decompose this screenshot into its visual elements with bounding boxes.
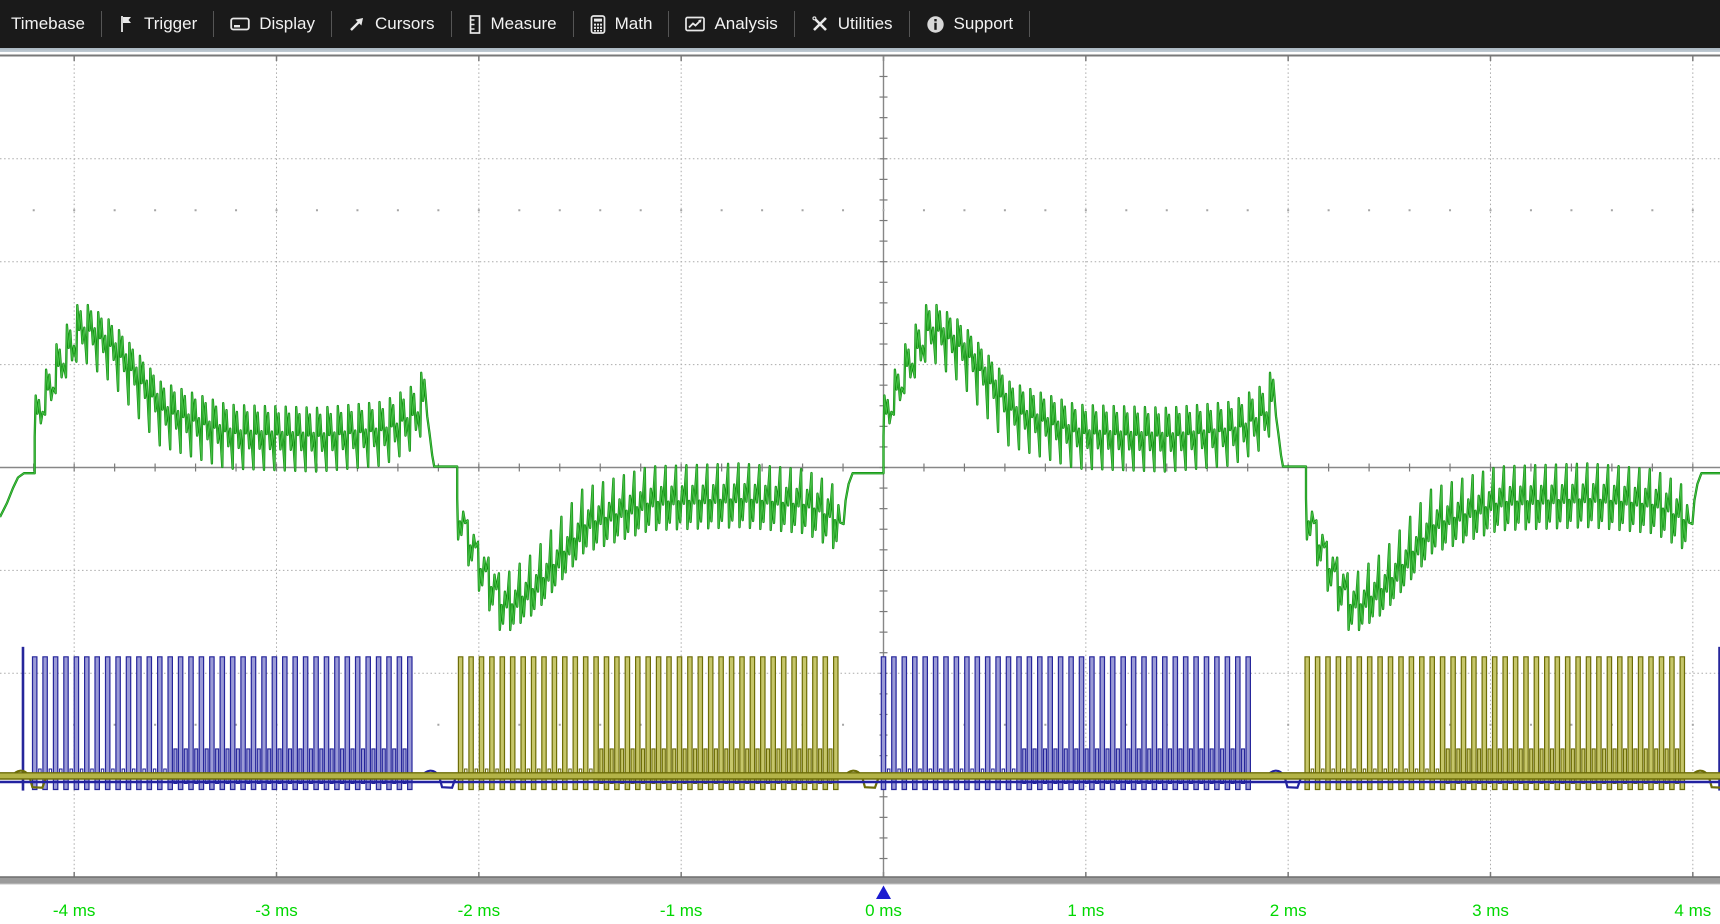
menu-item-label: Measure bbox=[491, 14, 557, 34]
menu-item-label: Support bbox=[954, 14, 1014, 34]
menu-item-label: Timebase bbox=[11, 14, 85, 34]
menu-item-cursors[interactable]: Cursors bbox=[332, 0, 451, 48]
trend-chart-icon bbox=[685, 15, 705, 33]
bottom-axis bbox=[0, 877, 1720, 884]
cursor-arrow-icon bbox=[348, 15, 366, 33]
menu-item-label: Cursors bbox=[375, 14, 435, 34]
time-axis-label: 1 ms bbox=[1067, 901, 1104, 920]
menubar-accent-line bbox=[0, 48, 1720, 52]
time-axis-label: 0 ms bbox=[865, 901, 902, 920]
menu-item-label: Utilities bbox=[838, 14, 893, 34]
time-axis-label: 4 ms bbox=[1674, 901, 1711, 920]
menu-item-math[interactable]: Math bbox=[574, 0, 669, 48]
menu-item-label: Analysis bbox=[714, 14, 777, 34]
time-axis-label: -2 ms bbox=[458, 901, 501, 920]
time-axis-label: -4 ms bbox=[53, 901, 96, 920]
menu-item-label: Math bbox=[615, 14, 653, 34]
ruler-icon bbox=[468, 15, 482, 34]
tools-icon bbox=[811, 15, 829, 33]
waveform-display: -4 ms -3 ms -2 ms -1 ms 0 ms 1 ms 2 ms 3 ms 4 ms bbox=[0, 0, 1720, 924]
menu-item-display[interactable]: Display bbox=[214, 0, 331, 48]
menu-item-analysis[interactable]: Analysis bbox=[669, 0, 793, 48]
info-icon bbox=[926, 15, 945, 34]
menu-bar: Timebase Trigger Display Cursors bbox=[0, 0, 1720, 48]
time-axis-label: 3 ms bbox=[1472, 901, 1509, 920]
display-icon bbox=[230, 15, 250, 33]
time-axis-label: -3 ms bbox=[255, 901, 298, 920]
oscilloscope-app: Timebase Trigger Display Cursors bbox=[0, 0, 1720, 924]
menu-item-measure[interactable]: Measure bbox=[452, 0, 573, 48]
menu-item-trigger[interactable]: Trigger bbox=[102, 0, 213, 48]
menu-separator bbox=[1029, 11, 1030, 37]
calculator-icon bbox=[590, 15, 606, 34]
menu-item-utilities[interactable]: Utilities bbox=[795, 0, 909, 48]
flag-icon bbox=[118, 15, 135, 33]
menu-item-label: Trigger bbox=[144, 14, 197, 34]
menu-item-support[interactable]: Support bbox=[910, 0, 1030, 48]
menu-item-label: Display bbox=[259, 14, 315, 34]
time-axis-label: 2 ms bbox=[1270, 901, 1307, 920]
menu-item-timebase[interactable]: Timebase bbox=[0, 0, 101, 48]
time-axis-label: -1 ms bbox=[660, 901, 703, 920]
